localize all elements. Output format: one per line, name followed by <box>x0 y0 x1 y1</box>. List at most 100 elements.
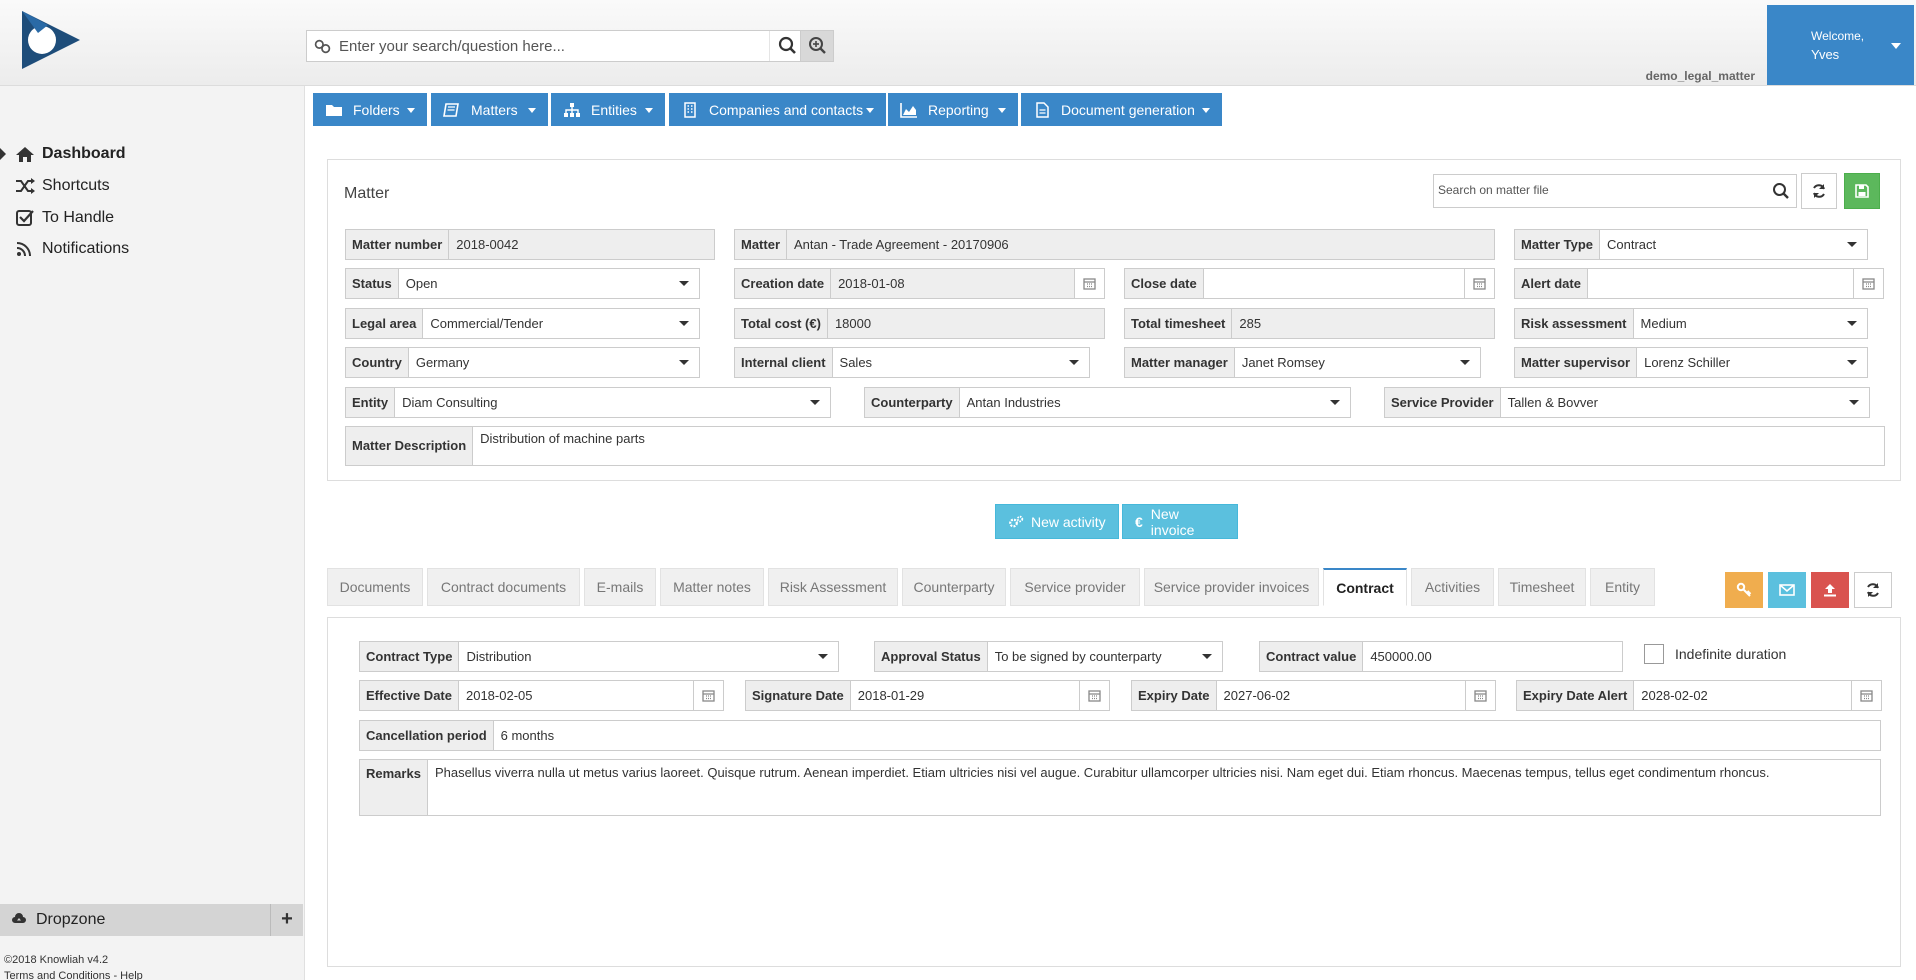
user-menu[interactable]: Welcome, Yves <box>1767 5 1914 85</box>
contract-type-select[interactable]: Contract Type Distribution <box>359 641 839 672</box>
chevron-down-icon <box>818 654 828 659</box>
expiry-date-alert-field[interactable]: Expiry Date Alert 2028-02-02 <box>1516 680 1882 711</box>
sitemap-icon <box>564 102 580 117</box>
cancellation-period-field[interactable]: Cancellation period 6 months <box>359 720 1881 751</box>
knowliah-logo[interactable] <box>18 7 84 73</box>
entity-select[interactable]: Entity Diam Consulting <box>345 387 831 418</box>
approval-status-select[interactable]: Approval Status To be signed by counterp… <box>874 641 1223 672</box>
building-icon <box>684 101 696 118</box>
tab-service-provider-invoices[interactable]: Service provider invoices <box>1144 568 1319 606</box>
save-button[interactable] <box>1844 173 1880 209</box>
refresh-button[interactable] <box>1801 173 1837 209</box>
email-button[interactable] <box>1768 572 1806 608</box>
footer: ©2018 Knowliah v4.2 Terms and Conditions… <box>4 952 143 980</box>
sidebar-item-shortcuts[interactable]: Shortcuts <box>0 175 300 197</box>
menu-matters[interactable]: Matters <box>431 93 548 126</box>
expiry-date-field[interactable]: Expiry Date 2027-06-02 <box>1131 680 1496 711</box>
matter-supervisor-select[interactable]: Matter supervisor Lorenz Schiller <box>1514 347 1868 378</box>
rss-icon <box>16 242 31 257</box>
legal-area-select[interactable]: Legal area Commercial/Tender <box>345 308 700 339</box>
dropzone[interactable]: Dropzone + <box>0 904 303 936</box>
menu-document-generation[interactable]: Document generation <box>1021 93 1222 126</box>
envelope-icon <box>1779 584 1795 596</box>
field-label: Remarks <box>360 760 428 815</box>
tab-service-provider[interactable]: Service provider <box>1010 568 1140 606</box>
sidebar-item-notifications[interactable]: Notifications <box>0 238 300 260</box>
tab-risk-assessment[interactable]: Risk Assessment <box>768 568 898 606</box>
chevron-down-icon <box>1847 321 1857 326</box>
counterparty-value: Antan Industries <box>966 395 1061 410</box>
contract-type-value: Distribution <box>466 649 532 664</box>
internal-client-select[interactable]: Internal client Sales <box>734 347 1090 378</box>
matter-description-field[interactable]: Matter Description Distribution of machi… <box>345 426 1885 466</box>
matter-type-select[interactable]: Matter Type Contract <box>1514 229 1868 260</box>
tab-contract-documents[interactable]: Contract documents <box>427 568 580 606</box>
search-icon[interactable] <box>1772 182 1790 200</box>
counterparty-select[interactable]: Counterparty Antan Industries <box>864 387 1351 418</box>
creation-date-field: Creation date 2018-01-08 <box>734 268 1105 299</box>
menu-reporting[interactable]: Reporting <box>888 93 1018 126</box>
tab-timesheet[interactable]: Timesheet <box>1498 568 1586 606</box>
service-provider-select[interactable]: Service Provider Tallen & Bovver <box>1384 387 1870 418</box>
matter-description-value: Distribution of machine parts <box>480 431 645 446</box>
copyright: ©2018 Knowliah v4.2 <box>4 954 109 966</box>
contract-value-field[interactable]: Contract value 450000.00 <box>1259 641 1623 672</box>
link-icon <box>314 39 331 54</box>
country-select[interactable]: Country Germany <box>345 347 700 378</box>
tab-e-mails[interactable]: E-mails <box>584 568 656 606</box>
menu-entities[interactable]: Entities <box>551 93 665 126</box>
area-chart-icon <box>900 102 917 118</box>
risk-assessment-select[interactable]: Risk assessment Medium <box>1514 308 1868 339</box>
expiry-date-alert-value: 2028-02-02 <box>1641 688 1708 703</box>
new-activity-button[interactable]: New activity <box>995 504 1119 539</box>
chevron-down-icon <box>998 108 1006 113</box>
calendar-icon[interactable] <box>1853 269 1883 298</box>
sidebar-item-dashboard[interactable]: Dashboard <box>0 143 300 165</box>
matter-manager-value: Janet Romsey <box>1241 355 1325 370</box>
creation-date-value: 2018-01-08 <box>831 269 1104 298</box>
tab-entity[interactable]: Entity <box>1590 568 1655 606</box>
close-date-value <box>1204 269 1494 298</box>
calendar-icon[interactable] <box>693 681 723 710</box>
calendar-icon[interactable] <box>1851 681 1881 710</box>
refresh-icon <box>1867 583 1879 597</box>
upload-button[interactable] <box>1811 572 1849 608</box>
search-input[interactable] <box>339 35 769 57</box>
sidebar-item-to-handle[interactable]: To Handle <box>0 207 300 229</box>
new-invoice-button[interactable]: € New invoice <box>1122 504 1238 539</box>
menu-folders[interactable]: Folders <box>313 93 427 126</box>
calendar-icon[interactable] <box>1464 269 1494 298</box>
tab-counterparty[interactable]: Counterparty <box>902 568 1006 606</box>
status-select[interactable]: Status Open <box>345 268 700 299</box>
alert-date-value <box>1588 269 1883 298</box>
matter-manager-select[interactable]: Matter manager Janet Romsey <box>1124 347 1481 378</box>
expiry-date-value: 2027-06-02 <box>1223 688 1291 703</box>
approval-status-value: To be signed by counterparty <box>994 649 1162 664</box>
matter-search-input[interactable] <box>1438 183 1758 197</box>
tab-activities[interactable]: Activities <box>1411 568 1494 606</box>
chevron-down-icon <box>528 108 536 113</box>
footer-links[interactable]: Terms and Conditions - Help <box>4 968 143 980</box>
remarks-field[interactable]: Remarks Phasellus viverra nulla ut metus… <box>359 759 1881 816</box>
calendar-icon[interactable] <box>1465 681 1495 710</box>
calendar-icon[interactable] <box>1074 269 1104 298</box>
chevron-down-icon <box>866 108 874 113</box>
calendar-icon[interactable] <box>1079 681 1109 710</box>
menu-label: Reporting <box>928 101 989 118</box>
menu-companies-and-contacts[interactable]: Companies and contacts <box>669 93 886 126</box>
close-date-field[interactable]: Close date <box>1124 268 1495 299</box>
key-button[interactable] <box>1725 572 1763 608</box>
internal-client-value: Sales <box>839 355 873 370</box>
signature-date-field[interactable]: Signature Date 2018-01-29 <box>745 680 1110 711</box>
field-label: Total cost (€) <box>735 309 828 338</box>
tab-matter-notes[interactable]: Matter notes <box>660 568 764 606</box>
tab-contract[interactable]: Contract <box>1323 568 1407 606</box>
tab-refresh-button[interactable] <box>1854 572 1892 608</box>
advanced-search-button[interactable] <box>800 30 834 62</box>
tab-documents[interactable]: Documents <box>327 568 423 606</box>
indefinite-duration-checkbox[interactable] <box>1644 644 1664 664</box>
dropzone-add-button[interactable]: + <box>270 904 303 936</box>
sidebar: Dashboard Shortcuts To Handle Notificati… <box>0 86 305 980</box>
effective-date-field[interactable]: Effective Date 2018-02-05 <box>359 680 724 711</box>
alert-date-field[interactable]: Alert date <box>1514 268 1884 299</box>
